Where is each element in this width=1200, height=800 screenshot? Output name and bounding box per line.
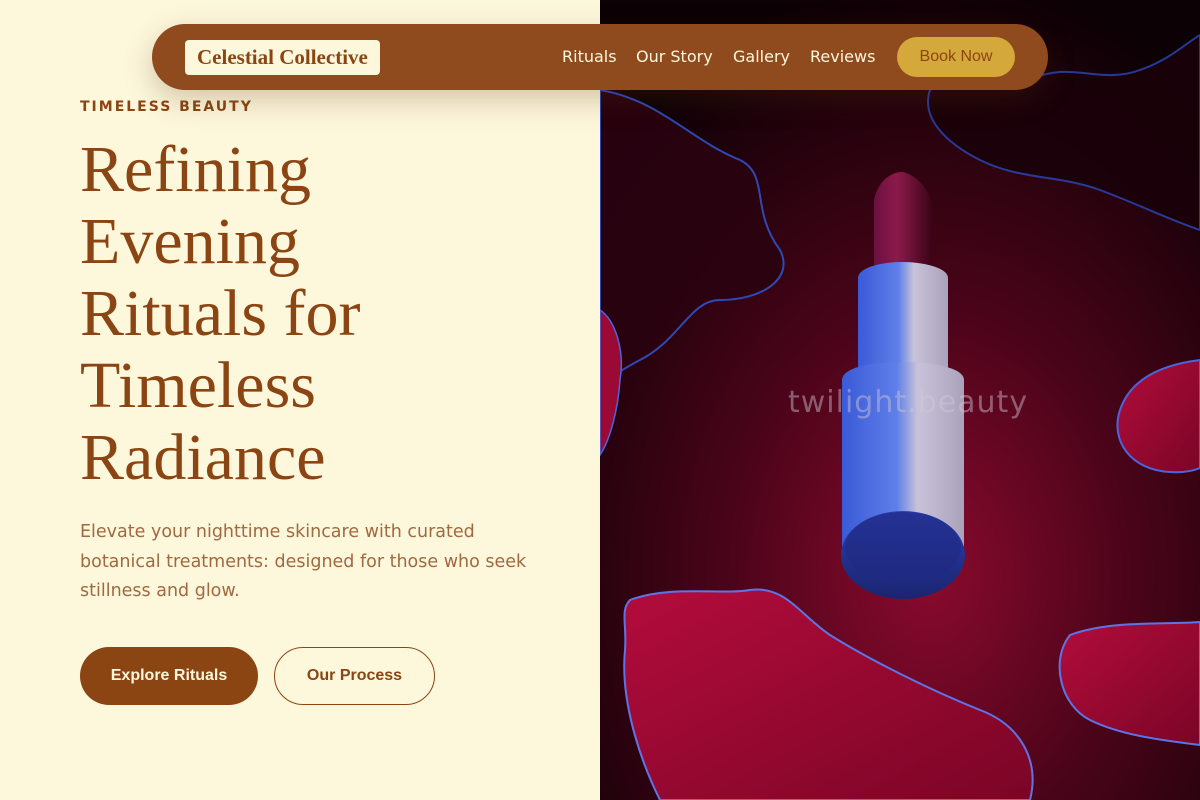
hero-eyebrow: TIMELESS BEAUTY <box>80 99 253 115</box>
book-now-button[interactable]: Book Now <box>897 37 1015 77</box>
hero-text-panel: TIMELESS BEAUTY Refining Evening Rituals… <box>0 0 600 800</box>
brand-logo[interactable]: Celestial Collective <box>185 40 380 75</box>
nav-link-reviews[interactable]: Reviews <box>810 47 875 66</box>
hero-subtext: Elevate your nighttime skincare with cur… <box>80 522 527 601</box>
headline-line: Refining <box>80 133 311 206</box>
nav-link-rituals[interactable]: Rituals <box>562 47 617 66</box>
explore-rituals-button[interactable]: Explore Rituals <box>80 647 258 705</box>
our-process-button[interactable]: Our Process <box>274 647 435 705</box>
hero-headline: Refining Evening Rituals for Timeless Ra… <box>80 134 580 494</box>
headline-line: Timeless <box>80 349 316 422</box>
watermark-text: twilight.beauty <box>788 385 1029 420</box>
top-navbar: Celestial Collective Rituals Our Story G… <box>152 24 1048 90</box>
headline-line: Evening <box>80 205 300 278</box>
headline-line: Rituals for <box>80 277 361 350</box>
nav-link-our-story[interactable]: Our Story <box>636 47 713 66</box>
headline-line: Radiance <box>80 421 326 494</box>
nav-link-gallery[interactable]: Gallery <box>733 47 790 66</box>
